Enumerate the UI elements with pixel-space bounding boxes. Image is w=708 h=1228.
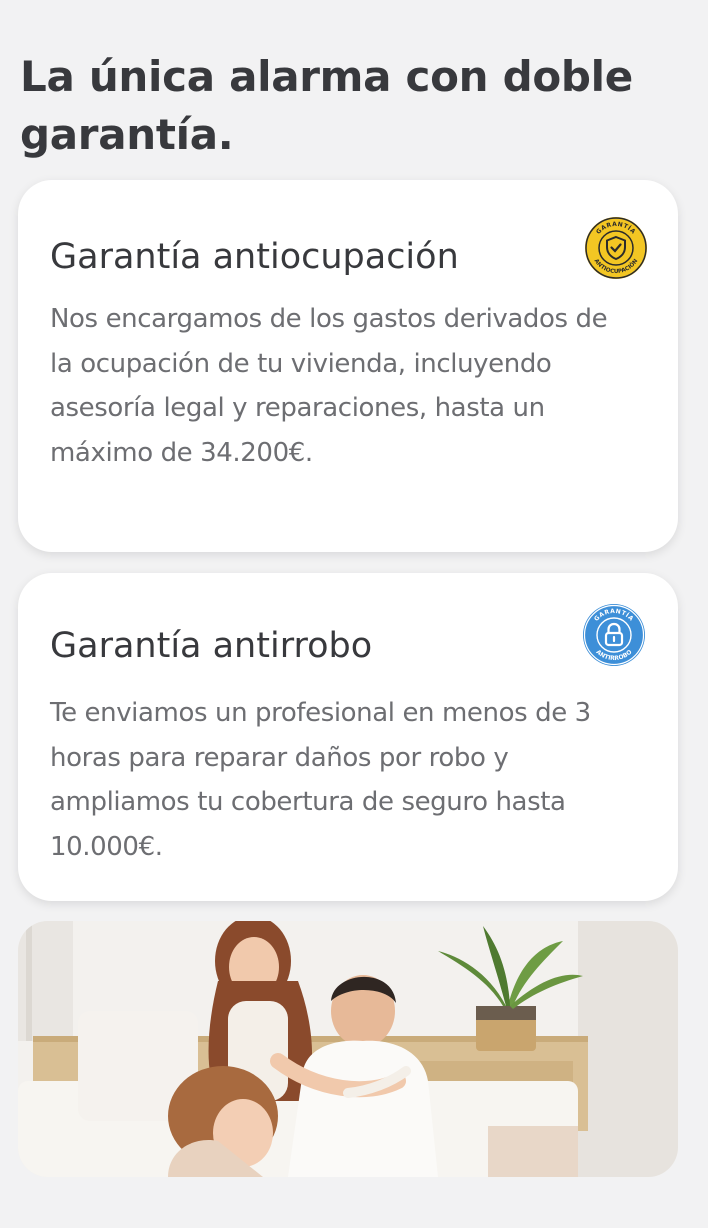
page: La única alarma con doble garantía. Gara… <box>0 0 708 1228</box>
antiocupacion-card: Garantía antiocupación GARANTÍA ANTIOCUP… <box>18 180 678 552</box>
card-title: Garantía antiocupación <box>50 237 459 277</box>
antiocupacion-badge-icon: GARANTÍA ANTIOCUPACIÓN <box>584 216 648 280</box>
page-title: La única alarma con doble garantía. <box>20 52 633 159</box>
antirrobo-badge-icon: GARANTÍA ANTIRROBO <box>582 603 646 667</box>
antirrobo-card: Garantía antirrobo GARANTÍA ANTIRROBO Te… <box>18 573 678 901</box>
card-description: Te enviamos un profesional en menos de 3… <box>50 698 591 862</box>
card-description: Nos encargamos de los gastos derivados d… <box>50 304 608 468</box>
family-photo <box>18 921 678 1177</box>
card-title: Garantía antirrobo <box>50 626 373 666</box>
